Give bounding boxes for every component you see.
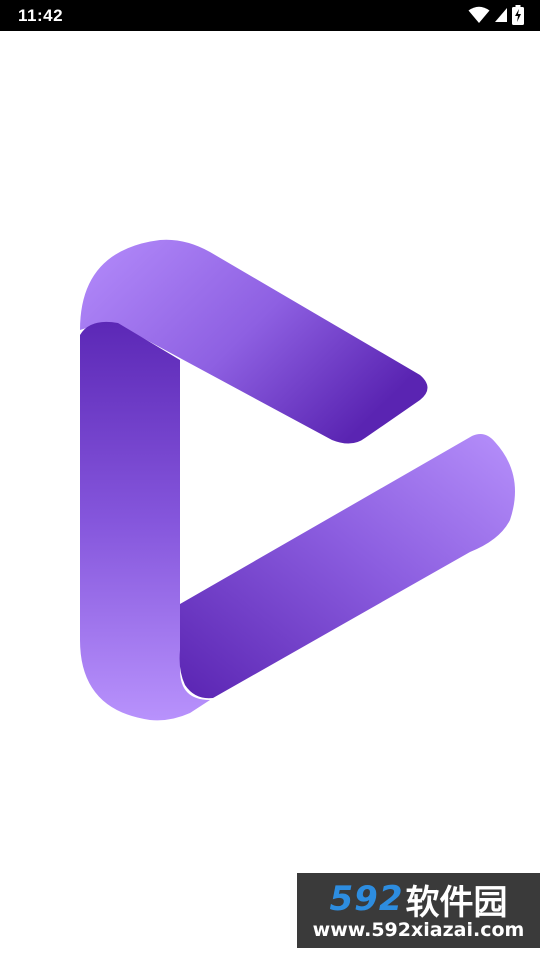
watermark-brand-name: 软件园 (405, 882, 508, 923)
status-icons (468, 5, 524, 25)
logo-bottom-band (179, 434, 516, 699)
cellular-signal-icon (494, 7, 508, 23)
battery-charging-icon (512, 5, 524, 25)
watermark-brand: 592 软件园 (297, 878, 540, 923)
wifi-icon (468, 6, 490, 24)
watermark-brand-number: 592 (329, 879, 404, 919)
watermark-banner: 592 软件园 www.592xiazai.com (297, 873, 540, 948)
status-time: 11:42 (18, 6, 64, 25)
watermark-url: www.592xiazai.com (312, 919, 525, 941)
status-bar: 11:42 (0, 0, 540, 31)
play-triangle-logo-icon (70, 230, 530, 730)
